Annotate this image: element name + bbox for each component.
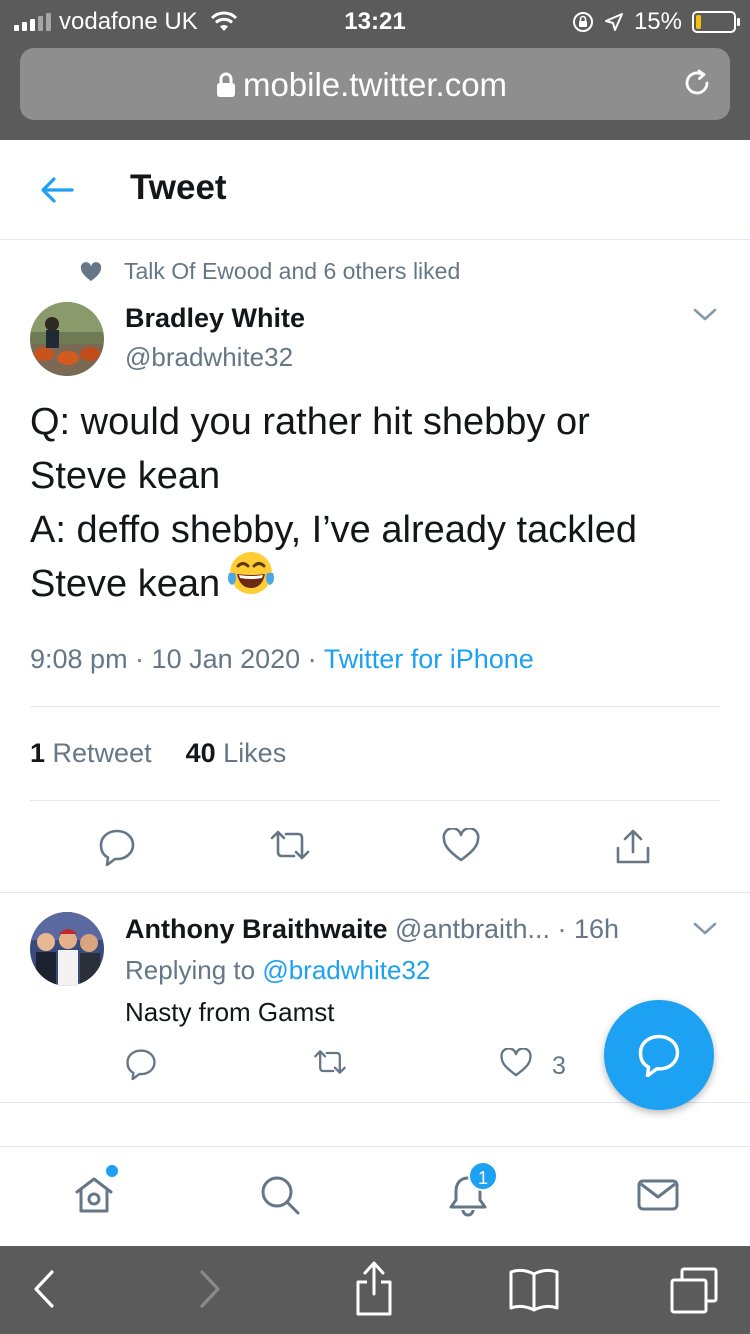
browser-share-icon[interactable] xyxy=(352,1258,396,1318)
page-title: Tweet xyxy=(130,168,227,207)
battery-percent: 15% xyxy=(633,8,682,35)
orientation-lock-icon xyxy=(572,12,593,32)
bottom-tab-bar: 1 xyxy=(0,1146,750,1246)
page-header: Tweet xyxy=(0,140,750,240)
tweet-text: Q: would you rather hit shebby or Steve … xyxy=(30,395,720,614)
face-with-tears-of-joy-icon xyxy=(226,549,276,614)
reply-time: · 16h xyxy=(550,914,620,944)
tweet-text-line: Q: would you rather hit shebby or xyxy=(30,401,590,443)
notifications-badge: 1 xyxy=(468,1161,498,1191)
battery-level xyxy=(696,15,701,29)
tweet-meta: 9:08 pm · 10 Jan 2020 · Twitter for iPho… xyxy=(30,644,534,675)
browser-toolbar-bottom xyxy=(0,1246,750,1334)
reply-icon[interactable] xyxy=(98,828,136,866)
search-icon xyxy=(261,1176,300,1215)
status-right: 15% xyxy=(572,8,740,36)
reply-avatar-image xyxy=(30,912,104,986)
browser-chrome-top: vodafone UK 13:21 15% mobile.twitter.com xyxy=(0,0,750,140)
like-icon[interactable] xyxy=(442,828,480,862)
like-count: 40 xyxy=(185,738,216,768)
reply-icon[interactable] xyxy=(125,1048,157,1080)
tweet-source-link[interactable]: Twitter for iPhone xyxy=(324,644,534,674)
compose-reply-icon xyxy=(638,1034,680,1077)
home-badge-dot xyxy=(106,1165,118,1177)
address-bar[interactable]: mobile.twitter.com xyxy=(20,48,730,120)
location-arrow-icon xyxy=(604,13,623,31)
reply-header: Anthony Braithwaite @antbraith... · 16h xyxy=(125,914,619,945)
tab-messages[interactable] xyxy=(636,1173,680,1222)
retweet-icon[interactable] xyxy=(268,828,312,862)
share-icon[interactable] xyxy=(614,828,652,866)
avatar[interactable] xyxy=(30,302,104,376)
replying-mention-link[interactable]: @bradwhite32 xyxy=(262,955,430,985)
social-context[interactable]: Talk Of Ewood and 6 others liked xyxy=(80,258,460,285)
tab-search[interactable] xyxy=(258,1173,302,1222)
back-arrow-icon[interactable] xyxy=(38,172,76,208)
replying-prefix: Replying to xyxy=(125,955,263,985)
reply-like-count: 3 xyxy=(552,1052,566,1080)
retweet-stat[interactable]: 1 Retweet xyxy=(30,738,152,768)
tab-home[interactable] xyxy=(72,1165,118,1222)
reply-author-handle[interactable]: @antbraith... xyxy=(395,914,550,944)
retweet-count: 1 xyxy=(30,738,46,768)
divider xyxy=(30,706,720,707)
retweet-label: Retweet xyxy=(52,738,152,768)
tweet-text-line: A: deffo shebby, I’ve already tackled xyxy=(30,509,637,551)
bookmarks-icon[interactable] xyxy=(508,1266,560,1312)
author-handle[interactable]: @bradwhite32 xyxy=(125,342,293,373)
reload-icon[interactable] xyxy=(680,66,714,100)
tweet-stats: 1 Retweet 40 Likes xyxy=(30,738,286,769)
replying-to: Replying to @bradwhite32 xyxy=(125,955,430,986)
browser-back-icon[interactable] xyxy=(28,1264,58,1314)
social-context-text: Talk Of Ewood and 6 others liked xyxy=(124,258,461,284)
tweet-text-line: Steve kean xyxy=(30,455,221,497)
tabs-icon[interactable] xyxy=(668,1266,720,1316)
battery-icon xyxy=(692,11,740,33)
tweet-text-line: Steve kean xyxy=(30,563,221,605)
tab-notifications[interactable]: 1 xyxy=(446,1161,498,1222)
home-icon xyxy=(75,1177,113,1213)
heart-filled-icon xyxy=(80,261,102,281)
mail-icon xyxy=(637,1179,679,1211)
like-icon[interactable] xyxy=(500,1048,532,1077)
reply-text: Nasty from Gamst xyxy=(125,997,335,1027)
divider xyxy=(0,892,750,893)
retweet-icon[interactable] xyxy=(312,1048,348,1076)
chevron-down-icon[interactable] xyxy=(692,920,718,938)
reply-author-name[interactable]: Anthony Braithwaite xyxy=(125,914,388,944)
divider xyxy=(30,800,720,801)
likes-label: Likes xyxy=(223,738,287,768)
compose-button[interactable] xyxy=(604,1000,714,1110)
author-name[interactable]: Bradley White xyxy=(125,303,305,334)
avatar-image xyxy=(30,302,104,376)
reply-avatar[interactable] xyxy=(30,912,104,986)
likes-stat[interactable]: 40 Likes xyxy=(186,738,287,768)
tweet-text-line-last: Steve kean xyxy=(30,552,720,614)
browser-forward-icon[interactable] xyxy=(196,1264,226,1314)
status-bar: vodafone UK 13:21 15% xyxy=(0,0,750,40)
chevron-down-icon[interactable] xyxy=(692,306,718,324)
url-text: mobile.twitter.com xyxy=(242,66,508,103)
tweet-timestamp: 9:08 pm · 10 Jan 2020 · xyxy=(30,644,324,674)
